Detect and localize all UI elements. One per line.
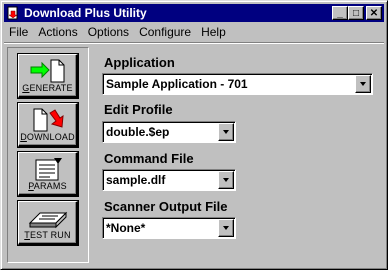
window-title: Download Plus Utility (24, 6, 147, 20)
menu-configure[interactable]: Configure (134, 25, 196, 39)
params-label: Params (28, 181, 67, 191)
menu-help[interactable]: Help (196, 25, 231, 39)
generate-label: Generate (22, 83, 73, 93)
scanner-output-label: Scanner Output File (104, 199, 228, 214)
test-run-label: Test Run (24, 230, 71, 240)
menu-options[interactable]: Options (83, 25, 134, 39)
download-label: Download (20, 132, 75, 142)
download-button[interactable]: Download (17, 102, 79, 148)
test-run-button[interactable]: Test Run (17, 200, 79, 246)
toolbar-panel: Generate Download Params (7, 47, 89, 263)
command-file-value: sample.dlf (106, 173, 166, 187)
edit-profile-combo[interactable]: double.$ep (102, 121, 236, 143)
chevron-down-icon[interactable] (218, 123, 234, 141)
title-bar[interactable]: Download Plus Utility _ □ ✕ (4, 4, 384, 22)
menu-file[interactable]: File (4, 25, 33, 39)
command-file-combo[interactable]: sample.dlf (102, 169, 236, 191)
menu-bar: File Actions Options Configure Help (4, 23, 384, 41)
edit-profile-label: Edit Profile (104, 102, 173, 117)
generate-icon (30, 59, 64, 83)
scanner-output-combo[interactable]: *None* (102, 217, 236, 239)
close-button[interactable]: ✕ (366, 6, 382, 20)
app-icon (6, 6, 20, 20)
minimize-button[interactable]: _ (332, 6, 348, 20)
app-window: Download Plus Utility _ □ ✕ File Actions… (0, 0, 388, 270)
application-label: Application (104, 55, 175, 70)
edit-profile-value: double.$ep (106, 125, 170, 139)
scanner-output-value: *None* (106, 221, 146, 235)
generate-button[interactable]: Generate (17, 53, 79, 99)
application-combo[interactable]: Sample Application - 701 (102, 73, 373, 95)
download-icon (33, 108, 64, 132)
command-file-label: Command File (104, 151, 194, 166)
params-button[interactable]: Params (17, 151, 79, 197)
chevron-down-icon[interactable] (218, 171, 234, 189)
menu-separator (4, 42, 384, 44)
test-run-icon (28, 211, 67, 229)
application-value: Sample Application - 701 (106, 77, 248, 91)
chevron-down-icon[interactable] (355, 75, 371, 93)
maximize-button[interactable]: □ (348, 6, 364, 20)
menu-actions[interactable]: Actions (33, 25, 82, 39)
params-icon (35, 158, 62, 181)
chevron-down-icon[interactable] (218, 219, 234, 237)
